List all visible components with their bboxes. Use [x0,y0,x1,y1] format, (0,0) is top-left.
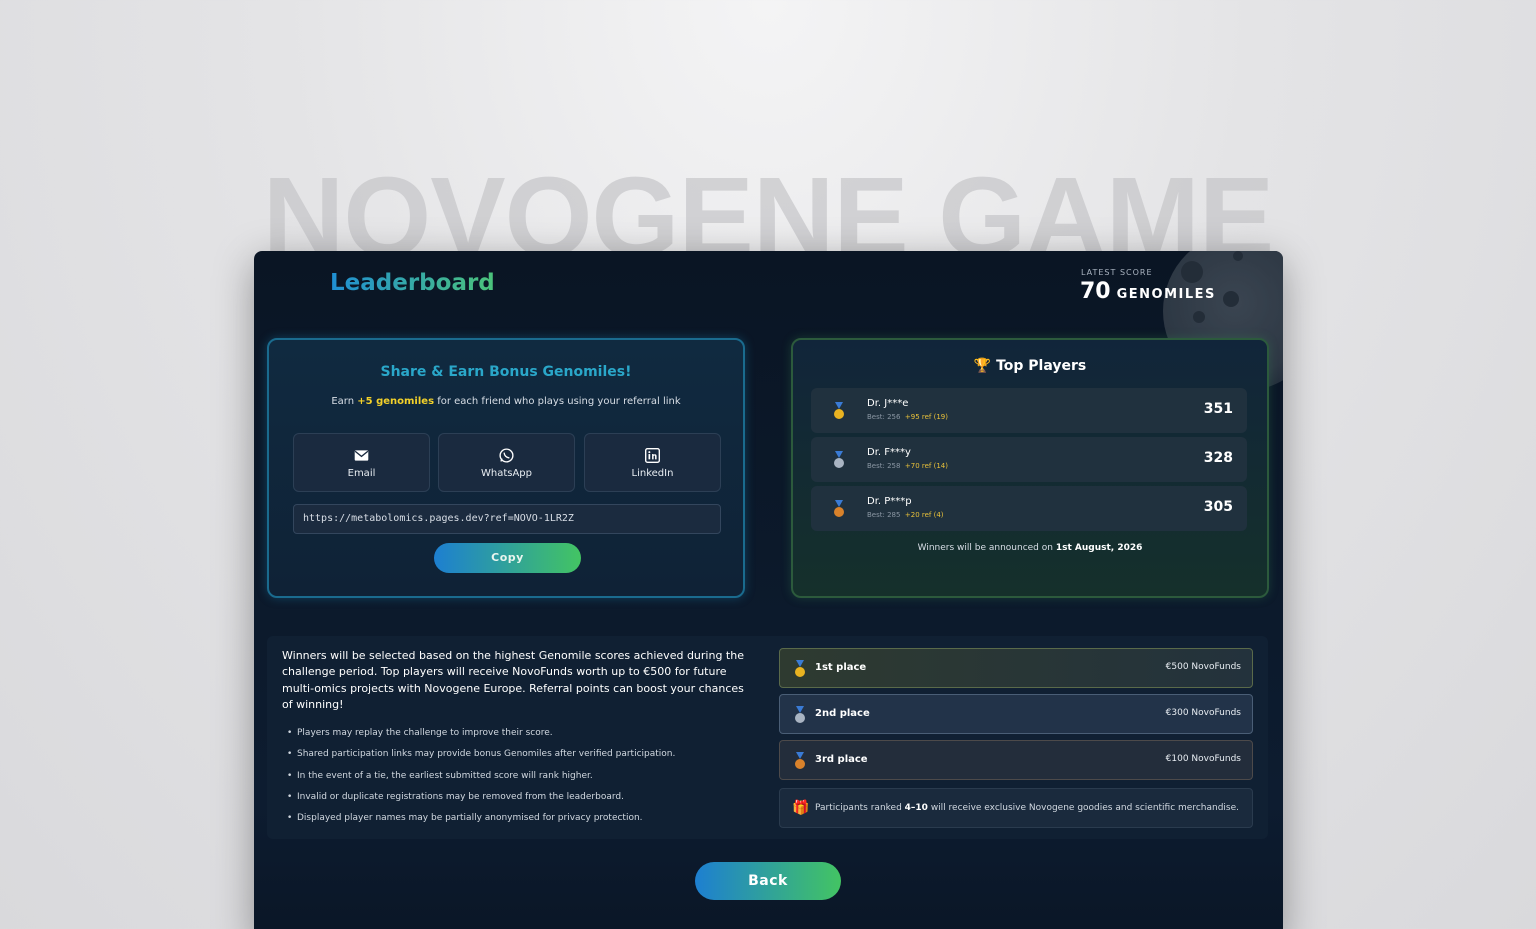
player-name: Dr. J***e [867,398,909,409]
leaderboard-panel: Leaderboard LATEST SCORE 70 GENOMILES Sh… [254,251,1283,929]
player-row: Dr. J***e Best: 256 +95 ref (19) 351 [811,388,1247,433]
player-meta: Best: 258 +70 ref (14) [867,462,948,470]
trophy-icon: 🏆 [973,358,992,374]
share-subtitle-highlight: +5 genomiles [357,396,435,407]
announce-date: 1st August, 2026 [1055,543,1143,553]
referral-url-field[interactable]: https://metabolomics.pages.dev?ref=NOVO-… [293,504,721,534]
whatsapp-share-label: WhatsApp [480,467,533,479]
top-players-title-text: Top Players [996,358,1087,374]
gift-icon: 🎁 [792,800,810,816]
prize-row-3rd: 3rd place €100 NovoFunds [779,740,1253,780]
rule-item: Displayed player names may be partially … [287,813,675,834]
rule-item: Players may replay the challenge to impr… [287,728,675,749]
player-points: 351 [1203,401,1233,417]
share-title: Share & Earn Bonus Genomiles! [380,364,632,380]
rule-item: Shared participation links may provide b… [287,749,675,770]
prize-row-1st: 1st place €500 NovoFunds [779,648,1253,688]
page-title: Leaderboard [330,270,495,296]
top-players-card: 🏆 Top Players Dr. J***e Best: 256 +95 re… [791,338,1269,598]
prize-value: €100 NovoFunds [1165,754,1241,764]
linkedin-icon [645,447,660,463]
silver-medal-icon [795,706,805,723]
player-ref: +95 ref (19) [904,413,948,421]
whatsapp-icon [499,447,514,463]
silver-medal-icon [834,451,844,468]
gold-medal-icon [795,660,805,677]
linkedin-share-label: LinkedIn [631,467,674,479]
rules-list: Players may replay the challenge to impr… [287,728,675,834]
copy-button[interactable]: Copy [434,543,581,573]
player-points: 328 [1203,450,1233,466]
back-button[interactable]: Back [695,862,841,900]
prize-description: Winners will be selected based on the hi… [282,649,744,711]
rule-item: In the event of a tie, the earliest subm… [287,771,675,792]
score-value: 70 [1080,279,1111,304]
prize-place: 2nd place [815,708,870,719]
prize-place: 3rd place [815,754,868,765]
winners-announcement: Winners will be announced on 1st August,… [793,543,1267,553]
prize-value: €300 NovoFunds [1165,708,1241,718]
email-share-button[interactable]: Email [293,433,430,492]
envelope-icon [354,449,369,461]
player-ref: +70 ref (14) [904,462,948,470]
prize-value: €500 NovoFunds [1165,662,1241,672]
player-name: Dr. P***p [867,496,912,507]
share-card: Share & Earn Bonus Genomiles! Earn +5 ge… [267,338,745,598]
player-meta: Best: 256 +95 ref (19) [867,413,948,421]
gold-medal-icon [834,402,844,419]
latest-score-label: LATEST SCORE [1081,268,1153,277]
bronze-medal-icon [834,500,844,517]
player-ref: +20 ref (4) [904,511,944,519]
bronze-medal-icon [795,752,805,769]
announce-prefix: Winners will be announced on [917,543,1056,553]
player-name: Dr. F***y [867,447,911,458]
player-points: 305 [1203,499,1233,515]
player-row: Dr. F***y Best: 258 +70 ref (14) 328 [811,437,1247,482]
score-unit: GENOMILES [1116,287,1216,302]
player-best: Best: 258 [867,462,901,470]
rule-item: Invalid or duplicate registrations may b… [287,792,675,813]
goodies-prefix: Participants ranked [815,803,905,813]
top-players-title: 🏆 Top Players [793,358,1267,374]
goodies-note: 🎁 Participants ranked 4–10 will receive … [779,788,1253,828]
share-subtitle-prefix: Earn [331,396,358,407]
prize-row-2nd: 2nd place €300 NovoFunds [779,694,1253,734]
share-subtitle-suffix: for each friend who plays using your ref… [434,396,681,407]
player-best: Best: 285 [867,511,901,519]
goodies-text: Participants ranked 4–10 will receive ex… [815,803,1239,813]
linkedin-share-button[interactable]: LinkedIn [584,433,721,492]
latest-score: 70 GENOMILES [1080,279,1216,304]
email-share-label: Email [347,467,376,479]
player-row: Dr. P***p Best: 285 +20 ref (4) 305 [811,486,1247,531]
whatsapp-share-button[interactable]: WhatsApp [438,433,575,492]
player-meta: Best: 285 +20 ref (4) [867,511,944,519]
player-best: Best: 256 [867,413,901,421]
prize-info-section: Winners will be selected based on the hi… [267,636,1268,839]
goodies-suffix: will receive exclusive Novogene goodies … [927,803,1240,813]
goodies-rank: 4–10 [904,803,928,813]
share-subtitle: Earn +5 genomiles for each friend who pl… [269,396,743,407]
prize-place: 1st place [815,662,867,673]
